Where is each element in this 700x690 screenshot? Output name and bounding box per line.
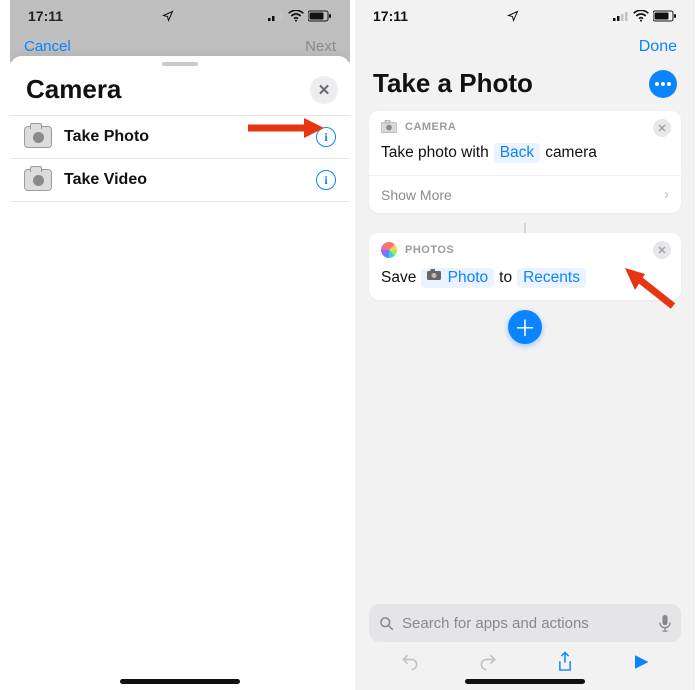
action-take-video[interactable]: Take Video i — [10, 159, 350, 202]
cancel-link[interactable]: Cancel — [24, 38, 71, 55]
close-icon: ✕ — [318, 81, 331, 99]
add-action-button[interactable]: ＋ — [508, 310, 542, 344]
home-indicator[interactable] — [120, 679, 240, 684]
phone-left-screenshot: 17:11 Cancel Next Camera ✕ Take Photo i — [10, 0, 350, 690]
remove-action-button[interactable]: ✕ — [653, 241, 671, 259]
cellular-signal-icon — [268, 11, 284, 22]
info-button[interactable]: i — [316, 127, 336, 147]
bottom-toolbar — [355, 642, 695, 682]
wifi-icon — [288, 10, 304, 22]
next-link: Next — [305, 38, 336, 55]
location-arrow-icon — [162, 10, 174, 22]
action-text: to — [499, 269, 512, 287]
album-token[interactable]: Recents — [517, 268, 586, 288]
location-arrow-icon — [507, 10, 519, 22]
action-text: Save — [381, 269, 416, 287]
ellipsis-icon — [655, 82, 671, 86]
dictation-icon[interactable] — [659, 615, 671, 632]
camera-icon — [427, 269, 443, 282]
battery-icon — [653, 10, 677, 22]
card-app-label: PHOTOS — [405, 244, 454, 256]
flow-connector — [524, 223, 526, 233]
status-bar: 17:11 — [355, 0, 695, 32]
camera-token[interactable]: Back — [494, 143, 540, 163]
share-button[interactable] — [556, 651, 574, 673]
battery-icon — [308, 10, 332, 22]
run-button[interactable] — [632, 653, 650, 671]
close-icon: ✕ — [657, 122, 666, 135]
photo-variable-token[interactable]: Photo — [421, 268, 494, 288]
status-bar: 17:11 — [10, 0, 350, 32]
remove-action-button[interactable]: ✕ — [653, 119, 671, 137]
cellular-signal-icon — [613, 11, 629, 22]
plus-icon: ＋ — [514, 311, 536, 343]
show-more-row[interactable]: Show More › — [369, 175, 681, 213]
camera-icon — [24, 169, 52, 191]
photos-app-icon — [381, 242, 397, 258]
undo-button[interactable] — [400, 652, 420, 672]
info-button[interactable]: i — [316, 170, 336, 190]
show-more-label: Show More — [381, 187, 452, 203]
redo-button[interactable] — [478, 652, 498, 672]
action-label: Take Video — [64, 171, 304, 189]
search-placeholder: Search for apps and actions — [402, 615, 589, 632]
action-take-photo[interactable]: Take Photo i — [10, 116, 350, 159]
status-time: 17:11 — [373, 8, 408, 24]
phone-right-screenshot: 17:11 Done Take a Photo CAMERA ✕ Take ph… — [355, 0, 695, 690]
search-field[interactable]: Search for apps and actions — [369, 604, 681, 642]
search-icon — [379, 616, 394, 631]
sheet-grabber[interactable] — [162, 62, 198, 66]
action-card-photos[interactable]: PHOTOS ✕ Save Photo to Recents — [369, 233, 681, 300]
chevron-right-icon: › — [664, 186, 669, 203]
actions-sheet: Camera ✕ Take Photo i Take Video i — [10, 56, 350, 690]
sheet-title: Camera — [26, 74, 121, 105]
action-text: camera — [545, 144, 597, 162]
more-button[interactable] — [649, 70, 677, 98]
status-time: 17:11 — [28, 8, 63, 24]
card-app-label: CAMERA — [405, 121, 456, 133]
action-label: Take Photo — [64, 128, 304, 146]
close-button[interactable]: ✕ — [310, 76, 338, 104]
action-list: Take Photo i Take Video i — [10, 115, 350, 202]
done-button[interactable]: Done — [639, 38, 677, 56]
camera-icon — [24, 126, 52, 148]
home-indicator[interactable] — [465, 679, 585, 684]
camera-app-icon — [381, 120, 397, 133]
shortcut-title[interactable]: Take a Photo — [373, 68, 533, 99]
modal-header-back: Cancel Next — [10, 38, 350, 55]
action-card-camera[interactable]: CAMERA ✕ Take photo with Back camera Sho… — [369, 111, 681, 213]
close-icon: ✕ — [657, 244, 666, 257]
navbar: Done — [355, 32, 695, 62]
wifi-icon — [633, 10, 649, 22]
action-text: Take photo with — [381, 144, 489, 162]
